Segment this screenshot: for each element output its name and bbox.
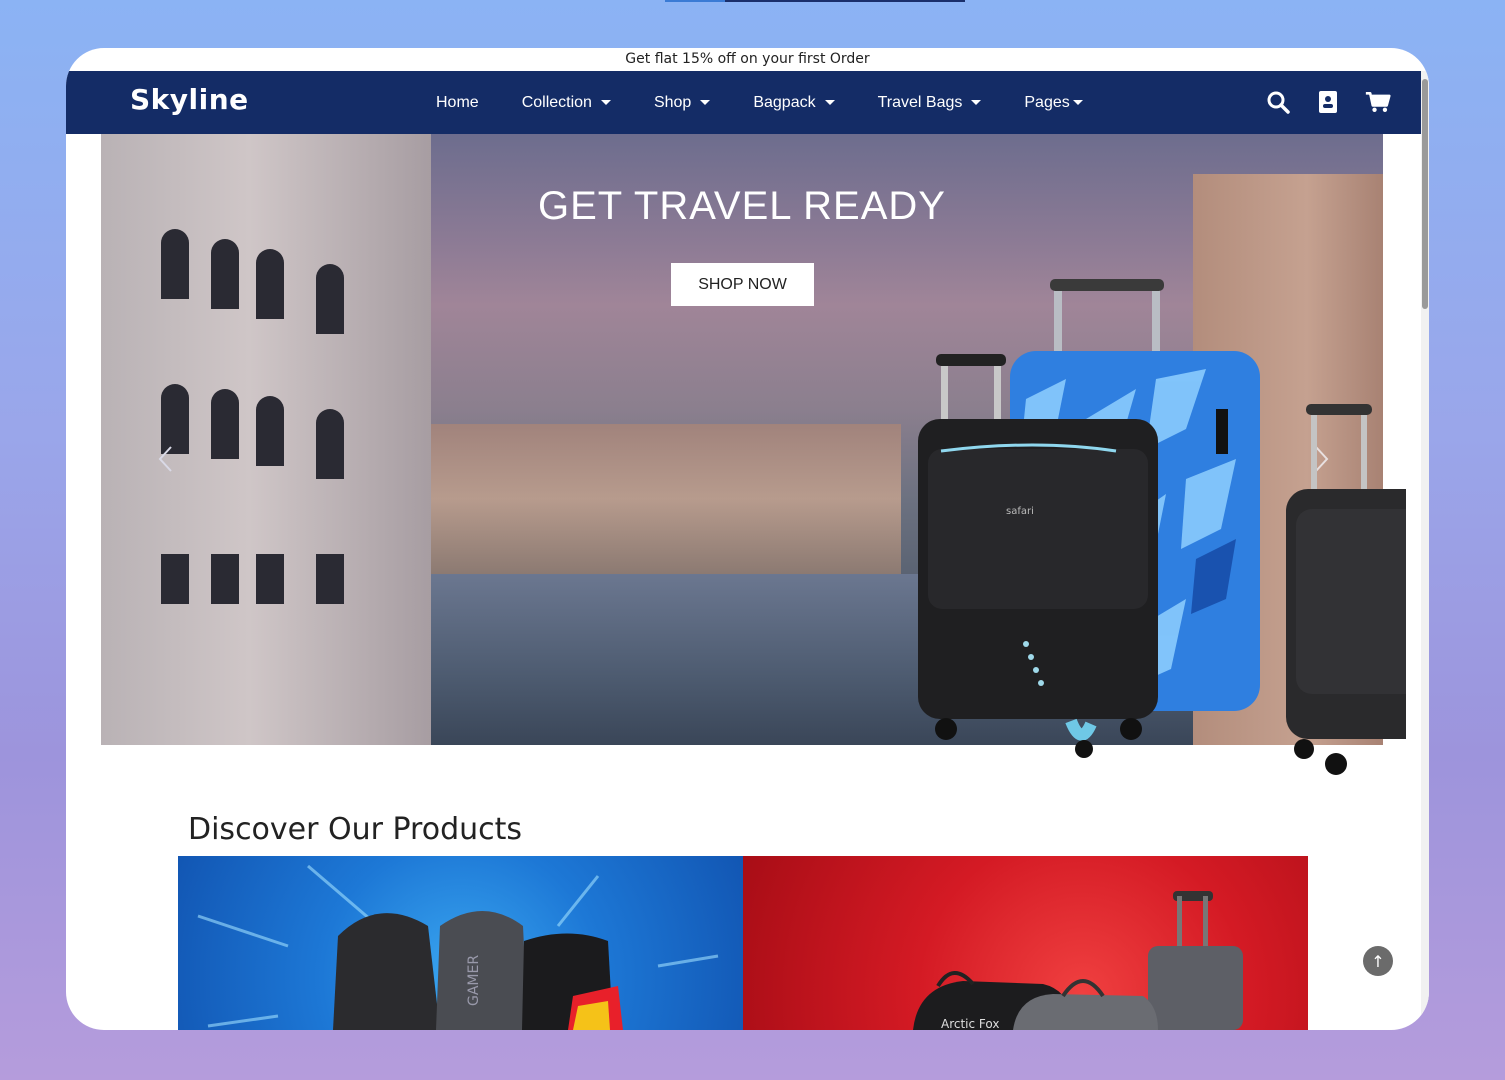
product-categories: GAMER Arctic Fox [178,856,1308,1030]
chevron-down-icon [600,100,611,105]
hero-title: GET TRAVEL READY [538,184,946,228]
browser-frame: Get flat 15% off on your first Order Sky… [66,48,1429,1030]
nav-item-pages[interactable]: Pages [1024,93,1083,112]
nav-item-bagpack[interactable]: Bagpack [753,93,835,112]
svg-text:GAMER: GAMER [466,955,482,1006]
nav-menu: Home Collection Shop Bagpack Travel Bags… [436,71,1126,134]
brand-logo[interactable]: Skyline [130,83,249,116]
nav-icons [1241,89,1391,115]
navbar: Skyline Home Collection Shop Bagpack Tra… [66,71,1421,134]
cart-icon[interactable] [1365,89,1391,115]
nav-item-label: Shop [653,93,692,111]
backpacks-image: GAMER [197,864,719,1030]
nav-item-collection[interactable]: Collection [522,94,611,112]
nav-item-home[interactable]: Home [436,94,479,112]
promo-banner: Get flat 15% off on your first Order [625,51,870,67]
carousel-prev-icon[interactable] [156,444,176,474]
search-icon[interactable] [1265,89,1291,115]
product-card-travel-bags[interactable]: Arctic Fox [743,856,1308,1030]
luggage-product-image: safari [918,279,1406,775]
product-card-backpacks[interactable]: GAMER [178,856,743,1030]
nav-item-label: Travel Bags [877,93,963,111]
shop-now-button[interactable]: SHOP NOW [671,263,814,306]
nav-item-label: Collection [521,93,592,111]
scrollbar-thumb[interactable] [1422,79,1428,309]
nav-item-shop[interactable]: Shop [653,93,711,112]
nav-item-label: Pages [1024,93,1070,111]
svg-text:Arctic Fox: Arctic Fox [941,1017,999,1030]
chevron-down-icon [700,100,711,105]
hero-carousel: GET TRAVEL READY SHOP NOW safari [101,134,1406,775]
scroll-to-top-button[interactable]: ↑ [1363,946,1393,976]
section-title: Discover Our Products [188,812,523,847]
travel-bags-image: Arctic Fox [913,891,1243,1030]
nav-item-travel-bags[interactable]: Travel Bags [878,94,982,112]
nav-item-label: Bagpack [753,93,816,111]
chevron-down-icon [971,100,982,105]
chevron-down-icon [824,100,835,105]
nav-item-label: Home [436,93,479,111]
page-scrollbar[interactable] [1421,71,1429,1030]
account-icon[interactable] [1315,89,1341,115]
chevron-down-icon [1072,100,1083,105]
luggage-brand-text: safari [1006,506,1034,517]
top-decor-bar [665,0,965,2]
